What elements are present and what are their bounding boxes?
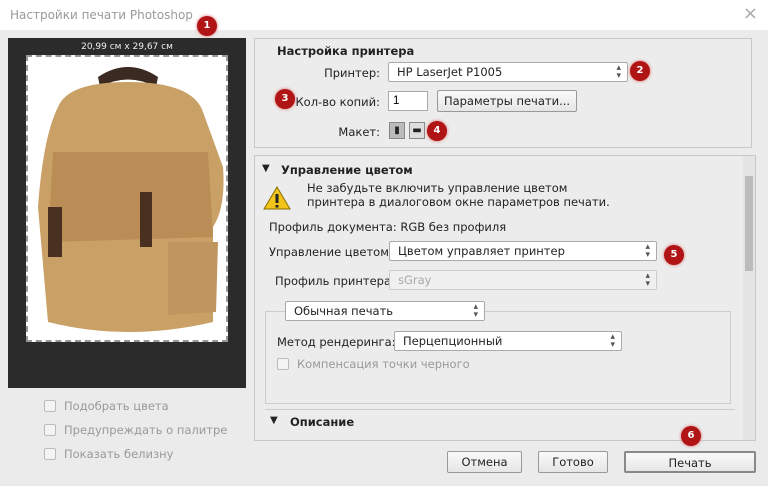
document-profile: Профиль документа: RGB без профиля xyxy=(269,220,506,234)
color-management-heading: Управление цветом xyxy=(281,163,413,177)
gamut-warning-checkbox[interactable]: Предупреждать о палитре xyxy=(44,423,227,437)
printer-setup-group: Настройка принтера Принтер: HP LaserJet … xyxy=(254,38,752,148)
printer-select[interactable]: HP LaserJet P1005 ▴▾ xyxy=(388,62,628,82)
chevron-updown-icon: ▴▾ xyxy=(645,272,650,288)
print-preview: 20,99 см x 29,67 см xyxy=(8,38,246,388)
checkbox-label: Подобрать цвета xyxy=(64,399,169,413)
color-handling-label: Управление цветом: xyxy=(269,245,393,259)
warning-text-2: принтера в диалоговом окне параметров пе… xyxy=(307,195,610,209)
layout-label: Макет: xyxy=(275,125,380,139)
checkbox-label: Показать белизну xyxy=(64,447,173,461)
chevron-updown-icon: ▴▾ xyxy=(473,303,478,319)
black-point-checkbox: Компенсация точки черного xyxy=(277,357,470,371)
warning-text-1: Не забудьте включить управление цветом xyxy=(307,181,567,195)
scrollbar-thumb[interactable] xyxy=(745,176,753,271)
chevron-updown-icon: ▴▾ xyxy=(645,243,650,259)
rendering-intent-label: Метод рендеринга: xyxy=(277,335,396,349)
preview-image xyxy=(26,55,228,342)
scrollbar[interactable] xyxy=(743,156,755,440)
backpack-image xyxy=(28,57,226,340)
chevron-updown-icon: ▴▾ xyxy=(616,64,621,80)
copies-input[interactable] xyxy=(388,91,428,111)
color-handling-value: Цветом управляет принтер xyxy=(398,244,565,258)
collapse-triangle-icon[interactable]: ▼ xyxy=(270,415,278,426)
printer-profile-value: sGray xyxy=(398,273,431,287)
chevron-updown-icon: ▴▾ xyxy=(610,333,615,349)
printer-setup-heading: Настройка принтера xyxy=(277,44,414,58)
badge-4: 4 xyxy=(427,121,447,141)
printer-label: Принтер: xyxy=(275,66,380,80)
portrait-layout-icon[interactable]: ▮ xyxy=(389,122,405,139)
checkbox-label: Предупреждать о палитре xyxy=(64,423,227,437)
settings-panel: ▼ Управление цветом Не забудьте включить… xyxy=(254,155,756,441)
show-paper-white-checkbox[interactable]: Показать белизну xyxy=(44,447,227,461)
landscape-layout-icon[interactable]: ▬ xyxy=(409,122,425,139)
window-title: Настройки печати Photoshop xyxy=(10,8,193,22)
paper-size: 20,99 см x 29,67 см xyxy=(8,42,246,52)
divider xyxy=(265,409,735,410)
color-handling-select[interactable]: Цветом управляет принтер ▴▾ xyxy=(389,241,657,261)
badge-2: 2 xyxy=(630,61,650,81)
badge-5: 5 xyxy=(664,245,684,265)
done-button[interactable]: Готово xyxy=(538,451,608,473)
printer-value: HP LaserJet P1005 xyxy=(397,65,502,79)
print-mode-select[interactable]: Обычная печать ▴▾ xyxy=(285,301,485,321)
print-button[interactable]: Печать xyxy=(624,451,756,473)
badge-6: 6 xyxy=(681,426,701,446)
checkbox-label: Компенсация точки черного xyxy=(297,357,470,371)
description-heading: Описание xyxy=(290,415,354,429)
match-colors-checkbox[interactable]: Подобрать цвета xyxy=(44,399,227,413)
printer-profile-select: sGray ▴▾ xyxy=(389,270,657,290)
warning-icon xyxy=(263,185,291,211)
print-mode-value: Обычная печать xyxy=(294,304,393,318)
badge-3: 3 xyxy=(275,89,295,109)
close-icon[interactable]: × xyxy=(743,3,758,24)
badge-1: 1 xyxy=(197,16,217,36)
print-settings-button[interactable]: Параметры печати... xyxy=(437,90,577,112)
cancel-button[interactable]: Отмена xyxy=(447,451,522,473)
collapse-triangle-icon[interactable]: ▼ xyxy=(262,163,270,174)
rendering-intent-select[interactable]: Перцепционный ▴▾ xyxy=(394,331,622,351)
printer-profile-label: Профиль принтера: xyxy=(275,274,395,288)
rendering-intent-value: Перцепционный xyxy=(403,334,502,348)
